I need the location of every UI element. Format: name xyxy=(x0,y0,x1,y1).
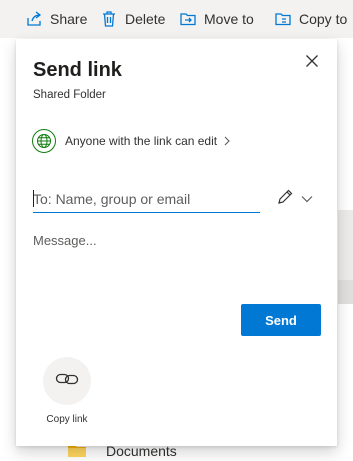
copy-link-button[interactable]: Copy link xyxy=(40,357,94,425)
message-field[interactable] xyxy=(33,233,318,293)
pencil-icon xyxy=(276,188,294,211)
background-row-shade xyxy=(338,210,353,280)
command-bar: Share Delete Move to Copy to xyxy=(0,0,353,38)
move-label: Move to xyxy=(204,11,254,27)
text-cursor xyxy=(33,190,34,207)
send-button[interactable]: Send xyxy=(241,304,321,336)
background-row-selected xyxy=(338,280,353,304)
link-permission-button[interactable]: Anyone with the link can edit xyxy=(32,129,231,153)
delete-icon xyxy=(99,9,119,29)
move-icon xyxy=(178,9,198,29)
copy-label: Copy to xyxy=(299,11,348,27)
share-command[interactable]: Share xyxy=(24,0,87,38)
move-command[interactable]: Move to xyxy=(178,0,254,38)
copy-icon xyxy=(273,9,293,29)
link-icon xyxy=(55,371,79,392)
share-icon xyxy=(24,9,44,29)
share-label: Share xyxy=(50,11,88,27)
close-icon xyxy=(305,54,319,73)
copy-command[interactable]: Copy to xyxy=(273,0,347,38)
copy-link-label: Copy link xyxy=(46,414,88,425)
recipient-input[interactable] xyxy=(33,187,260,213)
edit-permission-button[interactable] xyxy=(275,189,295,209)
delete-label: Delete xyxy=(125,11,166,27)
chevron-down-icon xyxy=(301,190,313,208)
permission-label: Anyone with the link can edit xyxy=(65,134,218,148)
dialog-subtitle: Shared Folder xyxy=(33,89,106,101)
chevron-right-icon xyxy=(223,136,231,146)
permission-dropdown-button[interactable] xyxy=(299,189,315,209)
delete-command[interactable]: Delete xyxy=(99,0,165,38)
close-button[interactable] xyxy=(301,52,323,74)
stage: Share Delete Move to Copy to Documents S… xyxy=(0,0,353,461)
dialog-title: Send link xyxy=(33,59,122,81)
globe-icon xyxy=(32,129,56,153)
send-link-dialog: Send link Shared Folder Anyone with the … xyxy=(16,39,337,446)
copy-link-circle[interactable] xyxy=(43,357,91,405)
